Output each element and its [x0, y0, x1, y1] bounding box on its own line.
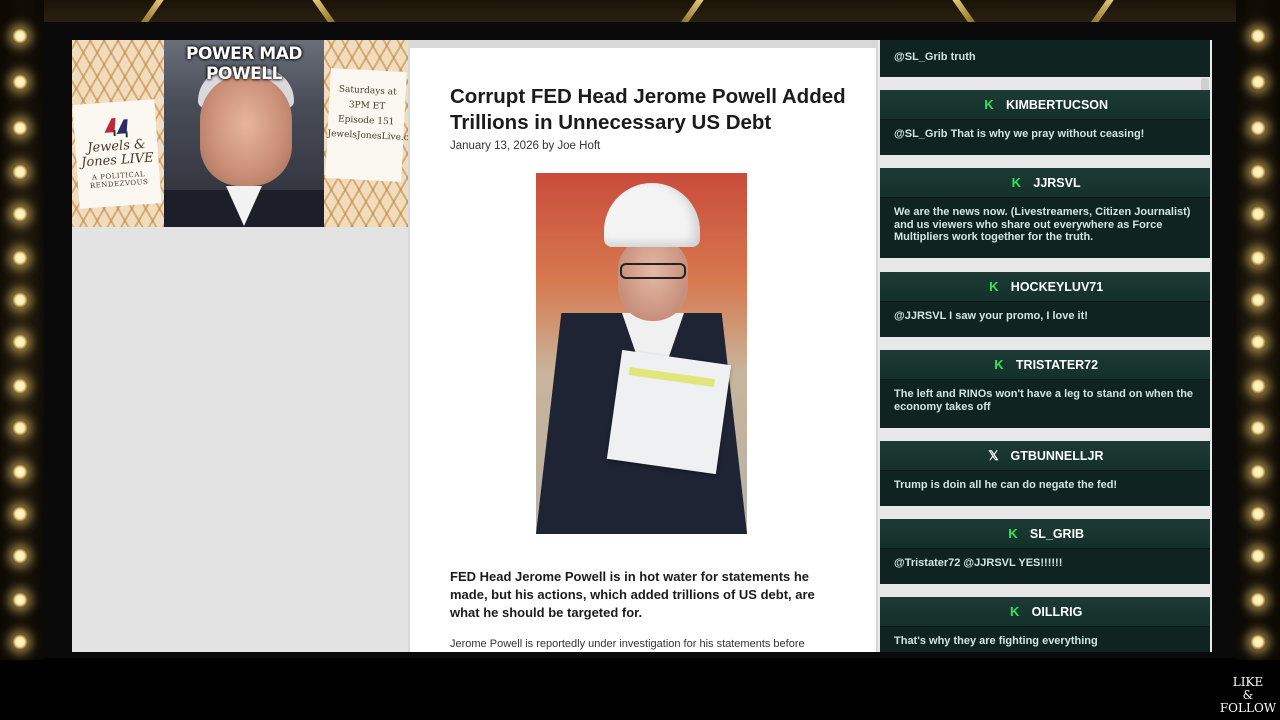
brand-tagline: A POLITICAL RENDEZVOUS — [89, 170, 149, 190]
marquee-bulb — [1250, 506, 1266, 522]
kick-icon: K — [1011, 175, 1022, 190]
chat-message: K KIMBERTUCSON @SL_Grib That is why we p… — [880, 90, 1210, 155]
marquee-bulb — [12, 206, 28, 222]
chat-username-bar: K JJRSVL — [880, 168, 1210, 198]
chat-username-bar: K SL_GRIB — [880, 519, 1210, 549]
show-banner: Jewels & Jones LIVE A POLITICAL RENDEZVO… — [72, 40, 408, 227]
brand-name: Jewels & Jones LIVE — [80, 137, 155, 171]
chat-username[interactable]: TRISTATER72 — [1016, 358, 1098, 372]
light-ray — [1089, 0, 1117, 22]
chat-message-text: @Tristater72 @JJRSVL YES!!!!!! — [894, 557, 1063, 569]
chat-username[interactable]: GTBUNNELLJR — [1010, 449, 1103, 463]
chat-message-text: @JJRSVL I saw your promo, I love it! — [894, 310, 1088, 322]
marquee-bulb — [12, 250, 28, 266]
schedule-line: JewelsJonesLive.com — [327, 129, 408, 144]
marquee-bulb — [12, 464, 28, 480]
chat-username-bar: K TRISTATER72 — [880, 350, 1210, 380]
chat-message-text: We are the news now. (Livestreamers, Cit… — [894, 206, 1191, 243]
marquee-bulb — [12, 506, 28, 522]
kick-icon: K — [1008, 526, 1018, 541]
marquee-bulb — [1250, 164, 1266, 180]
chat-message: K OILLRIG That's why they are fighting e… — [880, 597, 1210, 652]
chat-username-bar: K KIMBERTUCSON — [880, 90, 1210, 120]
chat-message: K TRISTATER72 The left and RINOs won't h… — [880, 350, 1210, 428]
light-ray — [309, 0, 337, 22]
article-lead: FED Head Jerome Powell is in hot water f… — [450, 569, 815, 620]
marquee-bulb — [1250, 292, 1266, 308]
hard-hat-icon — [604, 183, 700, 247]
chat-message-text: @SL_Grib truth — [894, 51, 976, 63]
article-photo — [536, 173, 747, 534]
chat-message: K HOCKEYLUV71 @JJRSVL I saw your promo, … — [880, 272, 1210, 337]
marquee-bulb — [1250, 120, 1266, 136]
marquee-bulb — [1250, 334, 1266, 350]
marquee-left — [0, 0, 44, 660]
light-ray — [139, 0, 167, 22]
kick-icon: K — [994, 357, 1004, 372]
chat-username-bar: K OILLRIG — [880, 597, 1210, 627]
marquee-bulb — [12, 120, 28, 136]
schedule-card: Saturdays at 3PM ET Episode 151 JewelsJo… — [325, 68, 408, 182]
marquee-bulb — [12, 28, 28, 44]
x-logo-icon: 𝕏 — [988, 447, 999, 463]
marquee-bulb — [1250, 250, 1266, 266]
chat-username[interactable]: OILLRIG — [1032, 605, 1083, 619]
marquee-bulb — [12, 378, 28, 394]
chat-message: K SL_GRIB @Tristater72 @JJRSVL YES!!!!!! — [880, 519, 1210, 584]
kick-icon: K — [989, 279, 999, 294]
chat-message-text: That's why they are fighting everything — [894, 635, 1098, 647]
marquee-bulb — [1250, 420, 1266, 436]
chat-message-text: The left and RINOs won't have a leg to s… — [894, 388, 1194, 413]
chat-username[interactable]: SL_GRIB — [1030, 527, 1084, 541]
chat-message-text: Trump is doin all he can do negate the f… — [894, 479, 1118, 491]
marquee-bulb — [1250, 592, 1266, 608]
marquee-bulb — [1250, 548, 1266, 564]
light-ray — [679, 0, 707, 22]
show-title: POWER MAD POWELL — [186, 44, 302, 84]
marquee-bulb — [1250, 28, 1266, 44]
marquee-bulb — [1250, 206, 1266, 222]
chat-message: K JJRSVL We are the news now. (Livestrea… — [880, 168, 1210, 258]
kick-icon: K — [1009, 604, 1020, 619]
marquee-top — [0, 0, 1280, 22]
chat-message: 𝕏 GTBUNNELLJR Trump is doin all he can d… — [880, 441, 1210, 506]
kick-icon: K — [984, 97, 994, 112]
chat-message: @SL_Grib truth — [880, 40, 1210, 77]
chat-username[interactable]: HOCKEYLUV71 — [1011, 280, 1103, 294]
marquee-bulb — [1250, 464, 1266, 480]
brand-card: Jewels & Jones LIVE A POLITICAL RENDEZVO… — [72, 99, 162, 209]
marquee-bulb — [12, 292, 28, 308]
like-follow-overlay: LIKE & FOLLOW — [1218, 676, 1278, 715]
follow-text: FOLLOW — [1219, 701, 1277, 715]
high-heels-icon — [104, 118, 128, 138]
chat-message-text: @SL_Grib That is why we pray without cea… — [894, 128, 1145, 140]
chat-username-bar: K HOCKEYLUV71 — [880, 272, 1210, 302]
marquee-bulb — [12, 634, 28, 650]
marquee-right — [1236, 0, 1280, 660]
marquee-bulb — [1250, 74, 1266, 90]
article-body: Jerome Powell is reportedly under invest… — [450, 638, 805, 650]
marquee-bulb — [12, 420, 28, 436]
schedule-line: Saturdays at 3PM ET — [338, 84, 397, 112]
marquee-bulb — [12, 592, 28, 608]
light-ray — [949, 0, 977, 22]
chat-username[interactable]: JJRSVL — [1033, 176, 1080, 190]
marquee-bulb — [1250, 634, 1266, 650]
marquee-bulb — [12, 334, 28, 350]
chat-username-bar: 𝕏 GTBUNNELLJR — [880, 441, 1210, 471]
article-page[interactable]: Corrupt FED Head Jerome Powell Added Tri… — [410, 48, 876, 652]
article-headline[interactable]: Corrupt FED Head Jerome Powell Added Tri… — [450, 84, 850, 136]
marquee-bulb — [12, 164, 28, 180]
chat-username[interactable]: KIMBERTUCSON — [1006, 98, 1108, 112]
article-byline: January 13, 2026 by Joe Hoft — [450, 140, 601, 152]
marquee-bulb — [12, 548, 28, 564]
marquee-bulb — [12, 74, 28, 90]
marquee-bulb — [1250, 378, 1266, 394]
